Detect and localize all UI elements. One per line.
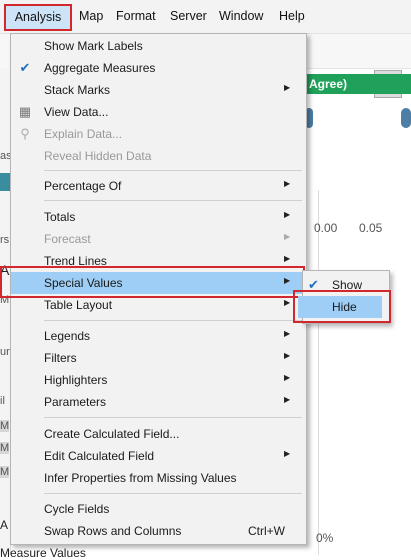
menu-item-swap-rows-columns[interactable]: Swap Rows and Columns Ctrl+W [11, 520, 306, 542]
menu-item-label: Table Layout [44, 298, 113, 312]
left-pane-text: M [0, 442, 10, 454]
menu-map[interactable]: Map [79, 9, 103, 23]
measure-values-label: Measure Values [0, 546, 86, 560]
menu-item-percentage-of[interactable]: Percentage Of ▶ [11, 175, 306, 197]
lightbulb-icon: ⚲ [20, 126, 30, 141]
menu-help[interactable]: Help [279, 9, 305, 23]
menu-separator [44, 417, 302, 418]
menu-item-edit-calculated-field[interactable]: Edit Calculated Field ▶ [11, 445, 306, 467]
axis-tick-label: 0.00 [314, 221, 338, 235]
submenu-arrow-icon: ▶ [284, 232, 291, 241]
menu-item-legends[interactable]: Legends ▶ [11, 325, 306, 347]
left-pane-text: il [0, 395, 5, 407]
data-pane-selected [0, 173, 10, 191]
annotation-highlight-box [0, 266, 305, 298]
menu-item-label: Explain Data... [44, 127, 123, 141]
menu-item-create-calculated-field[interactable]: Create Calculated Field... [11, 423, 306, 445]
menu-item-stack-marks[interactable]: Stack Marks ▶ [11, 79, 306, 101]
menu-item-label: Edit Calculated Field [44, 449, 155, 463]
menu-item-explain-data: ⚲ Explain Data... [11, 123, 306, 145]
axis-divider [318, 190, 319, 555]
menu-bar: Analysis Map Format Server Window Help [0, 0, 411, 34]
table-icon: ▦ [18, 104, 32, 119]
menu-separator [44, 493, 302, 494]
columns-pill-label: Agree) [309, 77, 348, 91]
menu-item-infer-properties[interactable]: Infer Properties from Missing Values [11, 467, 306, 489]
menu-item-view-data[interactable]: ▦ View Data... [11, 101, 306, 123]
menu-analysis[interactable]: Analysis [4, 4, 72, 31]
menu-item-label: Aggregate Measures [44, 61, 156, 75]
menu-item-shortcut: Ctrl+W [248, 524, 285, 538]
menu-item-show-mark-labels[interactable]: Show Mark Labels [11, 35, 306, 57]
submenu-arrow-icon: ▶ [284, 254, 291, 263]
menu-item-reveal-hidden-data: Reveal Hidden Data [11, 145, 306, 167]
menu-item-cycle-fields[interactable]: Cycle Fields [11, 498, 306, 520]
axis-tick-label: 0% [316, 531, 334, 545]
left-pane-text: rs [0, 234, 10, 246]
menu-item-filters[interactable]: Filters ▶ [11, 347, 306, 369]
annotation-highlight-box [293, 290, 391, 323]
rows-pill-group[interactable] [305, 108, 411, 128]
menu-server[interactable]: Server [170, 9, 207, 23]
submenu-arrow-icon: ▶ [284, 179, 291, 188]
submenu-arrow-icon: ▶ [284, 298, 291, 307]
menu-item-parameters[interactable]: Parameters ▶ [11, 391, 306, 413]
menu-separator [44, 320, 302, 321]
menu-item-label: Infer Properties from Missing Values [44, 471, 237, 485]
menu-item-label: Parameters [44, 395, 107, 409]
menu-separator [44, 170, 302, 171]
menu-separator [44, 200, 302, 201]
menu-item-label: Cycle Fields [44, 502, 110, 516]
left-pane-text: M [0, 466, 10, 478]
submenu-arrow-icon: ▶ [284, 329, 291, 338]
left-pane-text: A [0, 518, 9, 532]
menu-item-label: Create Calculated Field... [44, 427, 180, 441]
left-pane-text: M [0, 420, 10, 432]
columns-pill[interactable]: Agree) [305, 74, 411, 94]
submenu-arrow-icon: ▶ [284, 395, 291, 404]
menu-item-highlighters[interactable]: Highlighters ▶ [11, 369, 306, 391]
checkmark-icon: ✔ [19, 60, 31, 75]
submenu-arrow-icon: ▶ [284, 449, 291, 458]
menu-format[interactable]: Format [116, 9, 156, 23]
menu-item-label: Highlighters [44, 373, 108, 387]
submenu-arrow-icon: ▶ [284, 210, 291, 219]
menu-item-label: Filters [44, 351, 77, 365]
menu-item-label: Swap Rows and Columns [44, 524, 182, 538]
menu-item-label: Reveal Hidden Data [44, 149, 152, 163]
menu-item-label: Totals [44, 210, 76, 224]
menu-item-label: Legends [44, 329, 91, 343]
menu-item-label: Forecast [44, 232, 91, 246]
menu-item-label: View Data... [44, 105, 109, 119]
menu-item-label: Show Mark Labels [44, 39, 143, 53]
menu-window[interactable]: Window [219, 9, 263, 23]
rows-pill[interactable] [401, 108, 411, 128]
menu-item-forecast: Forecast ▶ [11, 228, 306, 250]
menu-item-label: Stack Marks [44, 83, 111, 97]
menu-item-label: Percentage Of [44, 179, 122, 193]
submenu-arrow-icon: ▶ [284, 83, 291, 92]
menu-item-aggregate-measures[interactable]: ✔ Aggregate Measures [11, 57, 306, 79]
submenu-arrow-icon: ▶ [284, 373, 291, 382]
menu-item-totals[interactable]: Totals ▶ [11, 206, 306, 228]
submenu-arrow-icon: ▶ [284, 351, 291, 360]
axis-tick-label: 0.05 [359, 221, 383, 235]
left-pane-text: ur [0, 346, 10, 358]
